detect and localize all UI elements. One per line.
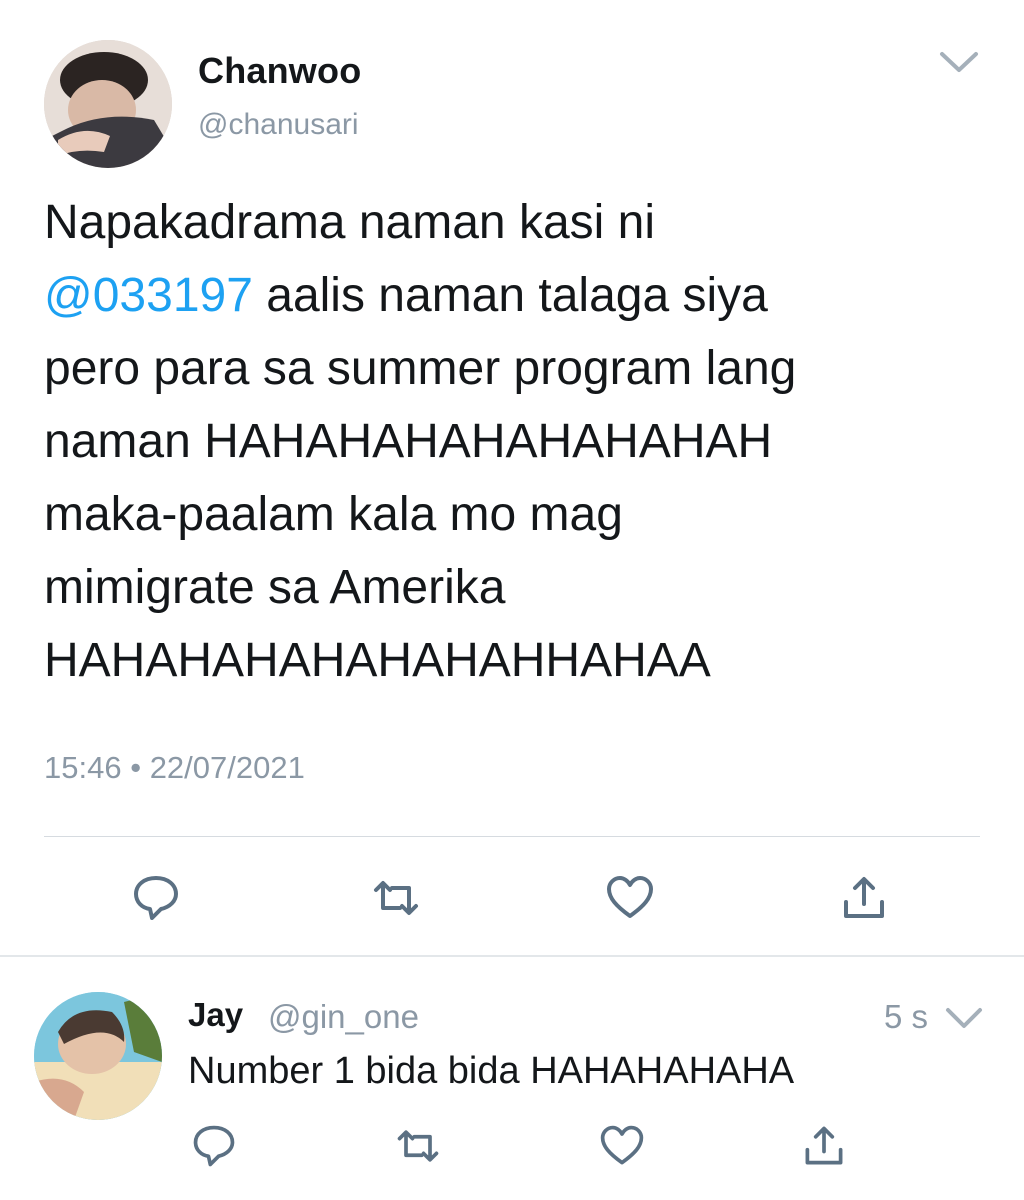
tweet-timestamp[interactable]: 15:46 • 22/07/2021 — [44, 750, 305, 786]
heart-outline-icon — [607, 876, 653, 918]
divider — [44, 836, 980, 837]
reply-reply-button[interactable] — [190, 1122, 238, 1170]
reply-button[interactable] — [130, 872, 182, 924]
author-display-name[interactable]: Chanwoo — [198, 50, 361, 92]
reply-timestamp[interactable]: 5 s — [884, 998, 928, 1036]
reply-author-handle[interactable]: @gin_one — [268, 998, 419, 1036]
dot-separator: • — [130, 750, 142, 785]
retweet-arrows-icon — [374, 881, 418, 915]
reply-like-button[interactable] — [598, 1122, 646, 1170]
reply-text: Number 1 bida bida HAHAHAHAHA — [188, 1050, 795, 1092]
share-upload-icon — [805, 1126, 843, 1165]
tweet-time: 15:46 — [44, 750, 122, 785]
tweet-date: 22/07/2021 — [149, 750, 305, 785]
section-divider — [0, 955, 1024, 957]
tweet-text-part: Napakadrama naman kasi ni — [44, 196, 655, 249]
author-handle[interactable]: @chanusari — [198, 108, 359, 142]
share-button[interactable] — [838, 872, 890, 924]
like-button[interactable] — [604, 872, 656, 924]
share-upload-icon — [844, 877, 884, 918]
speech-bubble-icon — [134, 876, 178, 920]
chevron-down-icon[interactable] — [944, 1004, 984, 1032]
retweet-arrows-icon — [397, 1130, 439, 1162]
tweet-text-part: aalis naman talaga siya pero para sa sum… — [44, 269, 797, 687]
reply-share-button[interactable] — [800, 1122, 848, 1170]
mention-link[interactable]: @033197 — [44, 269, 253, 322]
tweet-text: Napakadrama naman kasi ni @033197 aalis … — [44, 186, 994, 697]
author-avatar[interactable] — [44, 40, 172, 168]
reply-author-name[interactable]: Jay — [188, 996, 243, 1034]
reply-retweet-button[interactable] — [394, 1122, 442, 1170]
speech-bubble-icon — [193, 1125, 235, 1167]
chevron-down-icon[interactable] — [938, 46, 980, 76]
reply-author-avatar[interactable] — [34, 992, 162, 1120]
heart-outline-icon — [600, 1125, 644, 1165]
retweet-button[interactable] — [370, 872, 422, 924]
